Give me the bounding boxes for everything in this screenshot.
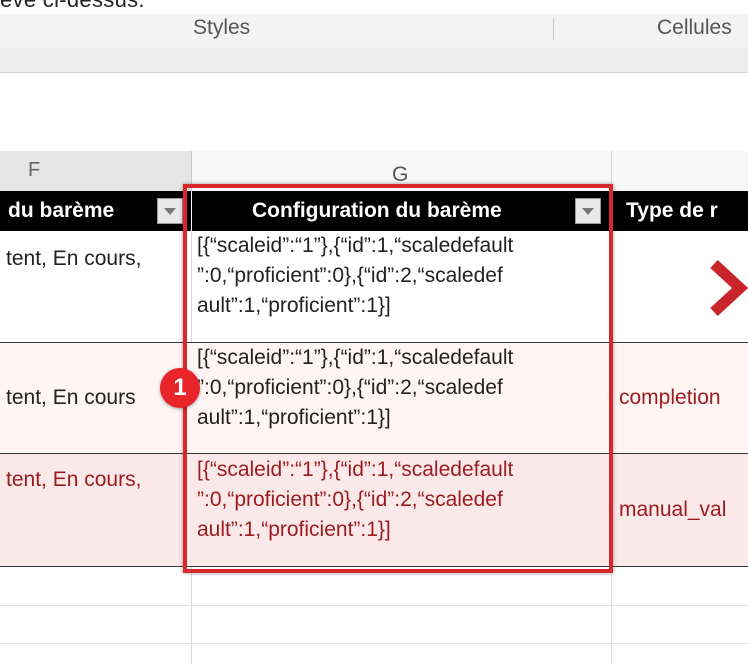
column-letter-f: F bbox=[28, 159, 41, 181]
cell-f-row1[interactable]: tent, En cours, bbox=[6, 244, 141, 274]
header-label-f: du barème bbox=[8, 199, 115, 222]
formula-area bbox=[0, 73, 748, 152]
table-header-h[interactable]: Type de r bbox=[612, 191, 748, 231]
caption-text: ève ci-dessus. bbox=[0, 0, 145, 13]
ribbon-separator bbox=[553, 18, 554, 40]
gridline bbox=[0, 643, 748, 644]
gridline bbox=[0, 605, 748, 606]
ribbon-group-cells[interactable]: Cellules bbox=[657, 16, 732, 40]
dropdown-arrow-icon[interactable] bbox=[157, 198, 183, 224]
cell-type-row3[interactable]: manual_val bbox=[619, 495, 726, 525]
cell-f-row2[interactable]: tent, En cours bbox=[6, 383, 136, 413]
cell-type-row2[interactable]: completion bbox=[619, 383, 721, 413]
ribbon: Styles Cellules bbox=[0, 14, 748, 49]
chevron-right-icon bbox=[710, 259, 748, 317]
header-label-h: Type de r bbox=[626, 199, 718, 222]
highlight-box bbox=[183, 184, 613, 573]
ribbon-group-styles[interactable]: Styles bbox=[193, 16, 250, 40]
step-callout-badge: 1 bbox=[160, 368, 200, 408]
caption-strip: ève ci-dessus. bbox=[0, 0, 748, 14]
column-header-f[interactable]: F bbox=[0, 151, 192, 191]
cell-f-row3[interactable]: tent, En cours, bbox=[6, 465, 141, 495]
table-header-f[interactable]: du barème bbox=[0, 191, 191, 231]
ribbon-band bbox=[0, 48, 748, 73]
